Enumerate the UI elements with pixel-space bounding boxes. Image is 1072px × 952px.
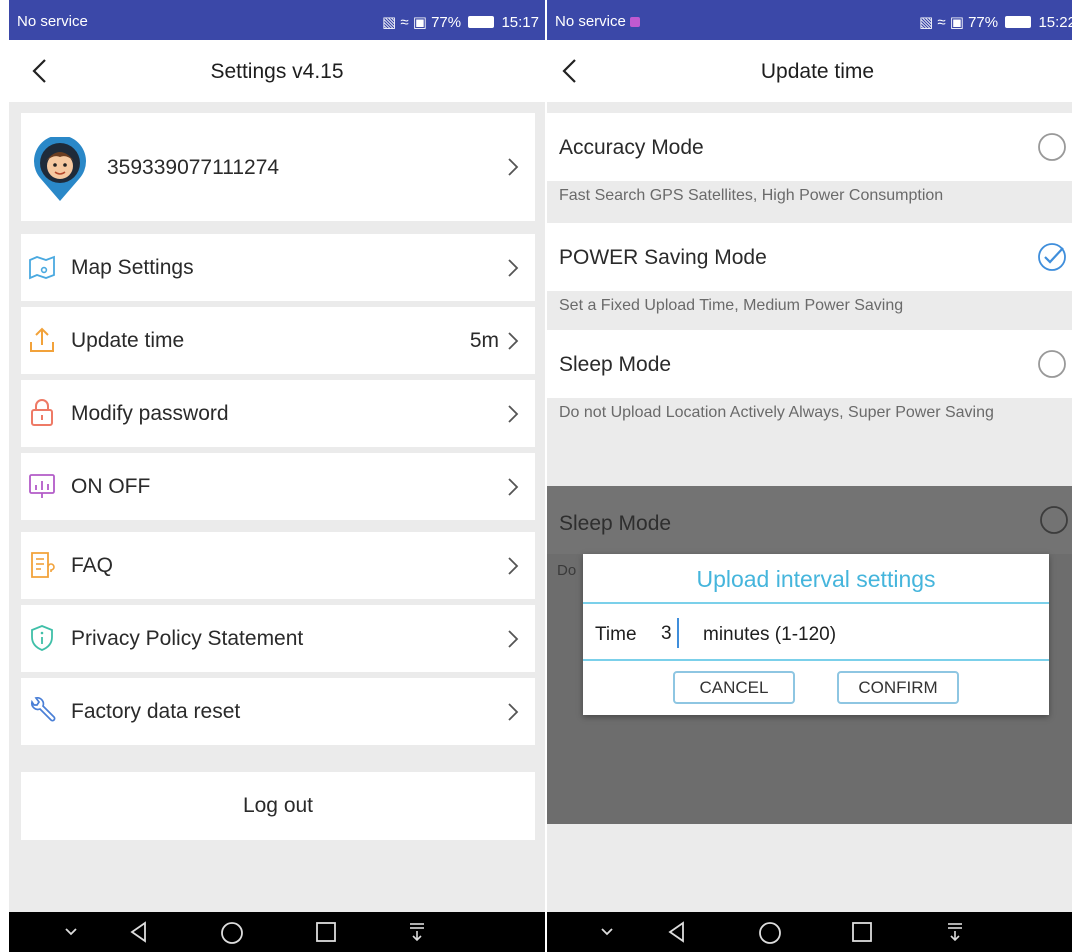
carrier-text: No service <box>17 13 88 30</box>
settings-screen: No service ▧ ≈ ▣ 77% 15:17 Settings v4.1… <box>9 0 545 952</box>
notification-pull-icon[interactable] <box>407 920 427 944</box>
divider <box>583 659 1049 661</box>
profile-card[interactable]: 359339077111274 <box>21 113 535 221</box>
status-indicators: ▧ ≈ ▣ 77% 15:17 <box>382 13 539 31</box>
menu-item-label: Update time <box>71 329 185 352</box>
system-nav-bar <box>9 912 545 952</box>
menu-item-map-settings[interactable]: Map Settings <box>21 234 535 301</box>
nav-home-icon[interactable] <box>219 920 245 946</box>
page-title: Update time <box>760 60 875 83</box>
chevron-right-icon <box>508 557 519 575</box>
menu-item-label: ON OFF <box>71 475 151 498</box>
clock: 15:17 <box>501 14 539 31</box>
system-nav-bar <box>547 912 1072 952</box>
page-title: Settings v4.15 <box>210 60 344 83</box>
carrier-text: No service <box>555 13 640 30</box>
dimmed-mode-label: Sleep Mode <box>559 512 672 535</box>
wifi-icon: ≈ <box>937 14 946 31</box>
mode-label: Sleep Mode <box>559 353 672 376</box>
map-icon <box>29 255 55 280</box>
mode-option-power-saving[interactable]: POWER Saving Mode <box>547 223 1072 291</box>
nav-back-icon[interactable] <box>665 920 689 944</box>
status-bar: No service ▧ ≈ ▣ 77% 15:22 <box>547 0 1072 40</box>
mode-option-sleep[interactable]: Sleep Mode <box>547 330 1072 398</box>
time-label: Time <box>595 624 637 645</box>
logout-button[interactable]: Log out <box>21 772 535 840</box>
update-interval-value: 5m <box>469 329 499 352</box>
clock: 15:22 <box>1038 14 1072 31</box>
menu-item-label: Factory data reset <box>71 700 241 723</box>
update-time-header: Update time <box>547 40 1072 102</box>
menu-item-on-off[interactable]: ON OFF <box>21 453 535 520</box>
vibrate-icon: ▧ <box>381 14 397 31</box>
chevron-right-icon <box>508 158 519 176</box>
mode-label: Accuracy Mode <box>559 136 704 159</box>
boy-avatar-pin-icon <box>34 137 86 201</box>
radio-unchecked-icon <box>1040 506 1068 534</box>
status-indicators: ▧ ≈ ▣ 77% 15:22 <box>919 13 1072 31</box>
radio-unchecked-icon[interactable] <box>1036 131 1068 163</box>
dimmed-description: Do <box>557 562 577 579</box>
lock-icon <box>31 399 53 426</box>
chevron-right-icon <box>508 703 519 721</box>
chevron-down-icon[interactable] <box>63 920 79 944</box>
radio-checked-icon[interactable] <box>1036 241 1068 273</box>
upload-icon <box>30 327 54 352</box>
update-time-screen: No service ▧ ≈ ▣ 77% 15:22 Update time A… <box>547 0 1072 952</box>
menu-item-label: Modify password <box>71 402 229 425</box>
status-bar: No service ▧ ≈ ▣ 77% 15:17 <box>9 0 545 40</box>
sim-icon: ▣ <box>949 14 964 31</box>
cancel-button[interactable]: CANCEL <box>673 671 795 704</box>
chevron-down-icon[interactable] <box>599 920 615 944</box>
chevron-right-icon <box>508 332 519 350</box>
chevron-right-icon <box>508 630 519 648</box>
menu-item-privacy-policy[interactable]: Privacy Policy Statement <box>21 605 535 672</box>
chevron-right-icon <box>508 478 519 496</box>
notification-icon <box>629 17 640 27</box>
battery-percent: 77% <box>968 14 999 31</box>
menu-item-label: FAQ <box>71 554 114 577</box>
chevron-right-icon <box>508 405 519 423</box>
menu-item-label: Map Settings <box>71 256 194 279</box>
text-cursor <box>677 618 679 648</box>
vibrate-icon: ▧ <box>918 14 934 31</box>
menu-item-modify-password[interactable]: Modify password <box>21 380 535 447</box>
battery-icon <box>1005 16 1032 28</box>
battery-icon <box>468 16 495 28</box>
mode-description: Fast Search GPS Satellites, High Power C… <box>559 187 944 204</box>
radio-unchecked-icon[interactable] <box>1036 348 1068 380</box>
chevron-right-icon <box>508 259 519 277</box>
confirm-button[interactable]: CONFIRM <box>837 671 959 704</box>
menu-item-faq[interactable]: FAQ <box>21 532 535 599</box>
menu-item-update-time[interactable]: Update time 5m <box>21 307 535 374</box>
sim-icon: ▣ <box>412 14 427 31</box>
nav-recents-icon[interactable] <box>314 920 338 944</box>
mode-description: Do not Upload Location Actively Always, … <box>559 404 994 421</box>
battery-percent: 77% <box>431 14 462 31</box>
monitor-chart-icon <box>29 474 55 498</box>
device-id: 359339077111274 <box>107 156 280 179</box>
wrench-icon <box>31 697 56 722</box>
nav-recents-icon[interactable] <box>850 920 874 944</box>
nav-back-icon[interactable] <box>127 920 151 944</box>
settings-header: Settings v4.15 <box>9 40 545 102</box>
unit-label: minutes (1-120) <box>703 624 837 645</box>
mode-description: Set a Fixed Upload Time, Medium Power Sa… <box>559 297 904 314</box>
divider <box>583 602 1049 604</box>
mode-label: POWER Saving Mode <box>559 246 767 269</box>
mode-option-accuracy[interactable]: Accuracy Mode <box>547 113 1072 181</box>
menu-item-factory-reset[interactable]: Factory data reset <box>21 678 535 745</box>
notification-pull-icon[interactable] <box>945 920 965 944</box>
upload-interval-dialog: Upload interval settings Time minutes (1… <box>583 554 1049 715</box>
menu-item-label: Privacy Policy Statement <box>71 627 304 650</box>
faq-document-icon <box>31 552 55 578</box>
wifi-icon: ≈ <box>400 14 409 31</box>
dialog-title: Upload interval settings <box>696 566 936 592</box>
nav-home-icon[interactable] <box>757 920 783 946</box>
shield-icon <box>31 625 53 651</box>
